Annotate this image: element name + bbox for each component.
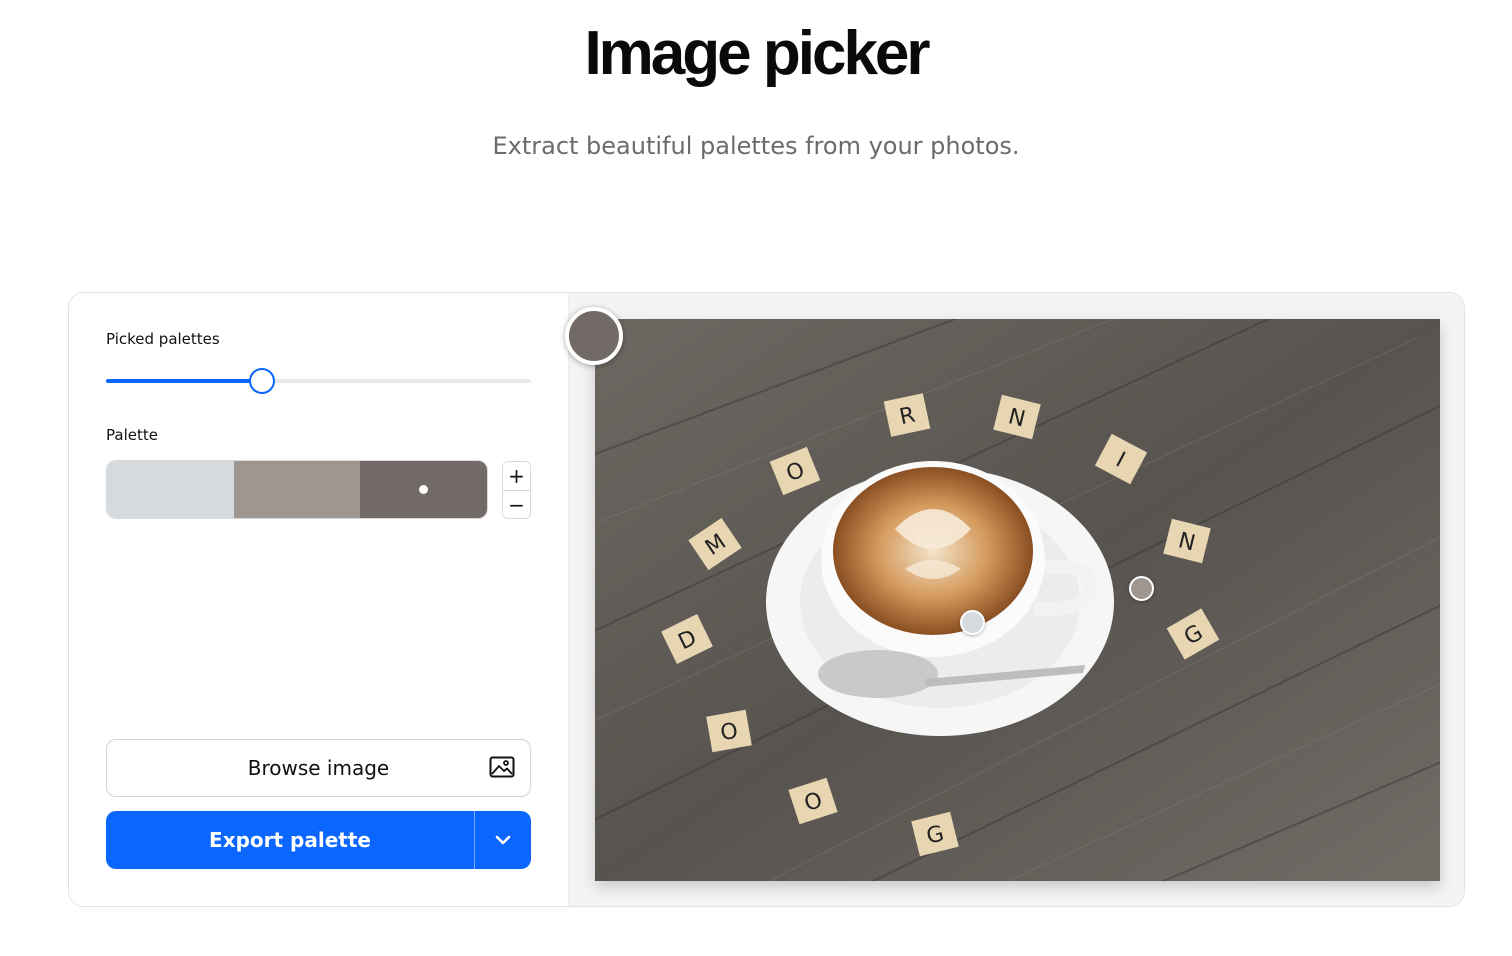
page-subtitle: Extract beautiful palettes from your pho…: [492, 132, 1020, 160]
page-title: Image picker: [584, 19, 930, 88]
palette-label: Palette: [106, 426, 158, 444]
selected-swatch-indicator: [419, 485, 429, 494]
add-color-button[interactable]: +: [503, 462, 530, 490]
photo-illustration: R N O I M N D G O O G: [595, 319, 1440, 881]
export-palette-group: Export palette: [106, 811, 531, 869]
color-picker-handle[interactable]: [1129, 576, 1154, 601]
color-picker-handle[interactable]: [960, 610, 985, 635]
picked-palettes-label: Picked palettes: [106, 330, 220, 348]
export-palette-button[interactable]: Export palette: [106, 811, 474, 869]
uploaded-photo[interactable]: R N O I M N D G O O G: [595, 319, 1440, 881]
palette-swatch[interactable]: [360, 461, 487, 518]
palette-swatch[interactable]: [107, 461, 234, 518]
palette-swatches: [106, 460, 488, 519]
palette-size-stepper: + −: [502, 461, 531, 519]
palette-swatch[interactable]: [233, 461, 361, 518]
slider-thumb[interactable]: [248, 368, 275, 394]
browse-image-button[interactable]: Browse image: [106, 739, 531, 797]
picked-palettes-slider[interactable]: [106, 368, 531, 394]
remove-color-button[interactable]: −: [503, 490, 530, 518]
image-preview-area: R N O I M N D G O O G: [565, 293, 1464, 906]
export-options-toggle[interactable]: [475, 811, 531, 869]
browse-image-label: Browse image: [247, 756, 390, 780]
image-icon: [489, 756, 515, 778]
slider-fill: [106, 379, 262, 383]
controls-panel: Picked palettes Palette + − Browse image: [69, 293, 569, 906]
chevron-down-icon: [495, 833, 511, 848]
image-picker-card: Picked palettes Palette + − Browse image: [68, 292, 1465, 907]
color-picker-handle-active[interactable]: [565, 307, 623, 365]
